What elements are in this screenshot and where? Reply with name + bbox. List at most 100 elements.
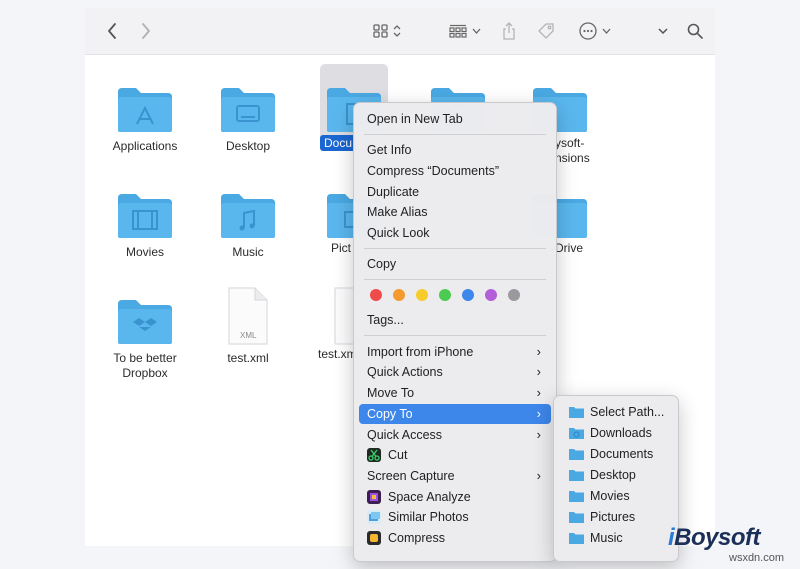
menu-item-open-new-tab[interactable]: Open in New Tab: [359, 109, 551, 129]
documents-folder-icon: [569, 449, 584, 460]
menu-label: Downloads: [590, 426, 652, 440]
group-button[interactable]: [447, 18, 483, 44]
file-label: Music: [232, 245, 264, 259]
chevron-right-icon: ›: [536, 427, 541, 442]
applications-folder-icon: [118, 88, 172, 132]
file-item-test-xml[interactable]: XML test.xml: [193, 282, 303, 366]
file-item-movies[interactable]: Movies: [90, 176, 200, 260]
path-dropdown-button[interactable]: [655, 18, 671, 44]
file-label: test.xml: [227, 351, 269, 365]
menu-label: Space Analyze: [388, 490, 471, 504]
menu-item-compress[interactable]: Compress “Documents”: [359, 161, 551, 181]
pictures-folder-icon: [569, 512, 584, 523]
tag-green-dot[interactable]: [439, 289, 451, 301]
icon-view-icon: [373, 24, 388, 38]
chevron-down-icon: [602, 28, 611, 34]
menu-item-get-info[interactable]: Get Info: [359, 140, 551, 160]
back-button[interactable]: [103, 18, 121, 44]
tag-blue-dot[interactable]: [462, 289, 474, 301]
file-item-dropbox[interactable]: To be better Dropbox: [90, 282, 200, 381]
chevron-right-icon: ›: [536, 344, 541, 359]
menu-item-cut[interactable]: Cut: [359, 445, 551, 465]
similar-photos-icon: [367, 510, 381, 524]
menu-item-similar-photos[interactable]: Similar Photos: [359, 507, 551, 527]
menu-item-quick-look[interactable]: Quick Look: [359, 223, 551, 243]
search-button[interactable]: [685, 18, 705, 44]
tag-yellow-dot[interactable]: [416, 289, 428, 301]
more-actions-button[interactable]: [575, 18, 615, 44]
tag-purple-dot[interactable]: [485, 289, 497, 301]
movies-folder-icon: [569, 491, 584, 502]
context-menu: Open in New Tab Get Info Compress “Docum…: [353, 102, 557, 562]
menu-label: Similar Photos: [388, 510, 469, 524]
menu-item-screen-capture[interactable]: Screen Capture ›: [359, 466, 551, 486]
share-icon: [503, 22, 515, 40]
menu-item-copy-to[interactable]: Copy To ›: [359, 404, 551, 424]
submenu-item-downloads[interactable]: Downloads: [559, 423, 673, 443]
file-label-partial: ysoft-: [555, 136, 585, 150]
submenu-item-pictures[interactable]: Pictures: [559, 507, 673, 527]
file-label-partial: Pict: [331, 241, 352, 255]
submenu-item-select-path[interactable]: Select Path...: [559, 402, 673, 422]
submenu-item-music[interactable]: Music: [559, 528, 673, 548]
file-label-partial: nsions: [555, 151, 590, 165]
music-folder-icon: [221, 194, 275, 238]
menu-label: Make Alias: [367, 205, 428, 219]
file-item-applications[interactable]: Applications: [90, 70, 200, 154]
menu-item-quick-access[interactable]: Quick Access ›: [359, 425, 551, 445]
tag-gray-dot[interactable]: [508, 289, 520, 301]
menu-separator: [364, 279, 546, 280]
chevron-down-icon: [472, 28, 481, 34]
brand-watermark: iBoysoft: [668, 524, 761, 552]
submenu-item-movies[interactable]: Movies: [559, 486, 673, 506]
menu-item-copy[interactable]: Copy: [359, 254, 551, 274]
tag-red-dot[interactable]: [370, 289, 382, 301]
menu-label: Copy: [367, 257, 397, 271]
menu-label: Import from iPhone: [367, 345, 474, 359]
menu-item-compress-app[interactable]: Compress: [359, 528, 551, 548]
file-ext-label: XML: [240, 331, 257, 340]
menu-item-quick-actions[interactable]: Quick Actions ›: [359, 362, 551, 382]
folder-icon: [569, 407, 584, 418]
chevron-right-icon: ›: [536, 385, 541, 400]
view-mode-button[interactable]: [369, 18, 405, 44]
file-label: Desktop: [225, 139, 271, 153]
selected-file-label[interactable]: Docu: [320, 135, 357, 151]
file-item-desktop[interactable]: Desktop: [193, 70, 303, 154]
chevron-right-icon: ›: [536, 364, 541, 379]
menu-label: Select Path...: [590, 405, 665, 419]
menu-label: Pictures: [590, 510, 636, 524]
menu-separator: [364, 134, 546, 135]
chevron-right-icon: ›: [536, 406, 541, 421]
file-label: Applications: [112, 139, 178, 153]
menu-label: Tags...: [367, 313, 404, 327]
music-folder-icon: [569, 533, 584, 544]
menu-label: Movies: [590, 489, 630, 503]
file-item-music[interactable]: Music: [193, 176, 303, 260]
submenu-item-desktop[interactable]: Desktop: [559, 465, 673, 485]
menu-separator: [364, 248, 546, 249]
tag-button[interactable]: [535, 18, 557, 44]
menu-label: Duplicate: [367, 185, 420, 199]
submenu-item-documents[interactable]: Documents: [559, 444, 673, 464]
menu-item-move-to[interactable]: Move To ›: [359, 383, 551, 403]
tag-icon: [538, 23, 554, 39]
menu-label: Screen Capture: [367, 469, 455, 483]
menu-item-tags[interactable]: Tags...: [359, 310, 551, 330]
file-label: To be better Dropbox: [113, 351, 177, 380]
forward-button[interactable]: [137, 18, 155, 44]
menu-label: Open in New Tab: [367, 112, 463, 126]
menu-item-make-alias[interactable]: Make Alias: [359, 202, 551, 222]
menu-label: Music: [590, 531, 623, 545]
menu-label: Compress “Documents”: [367, 164, 499, 178]
menu-item-space-analyze[interactable]: Space Analyze: [359, 487, 551, 507]
tag-orange-dot[interactable]: [393, 289, 405, 301]
file-label: Movies: [125, 245, 164, 259]
site-watermark: wsxdn.com: [729, 552, 785, 564]
menu-label: Copy To: [367, 407, 413, 421]
menu-label: Quick Look: [367, 226, 430, 240]
menu-item-import-iphone[interactable]: Import from iPhone ›: [359, 342, 551, 362]
menu-label: Move To: [367, 386, 415, 400]
share-button[interactable]: [499, 18, 519, 44]
menu-item-duplicate[interactable]: Duplicate: [359, 182, 551, 202]
